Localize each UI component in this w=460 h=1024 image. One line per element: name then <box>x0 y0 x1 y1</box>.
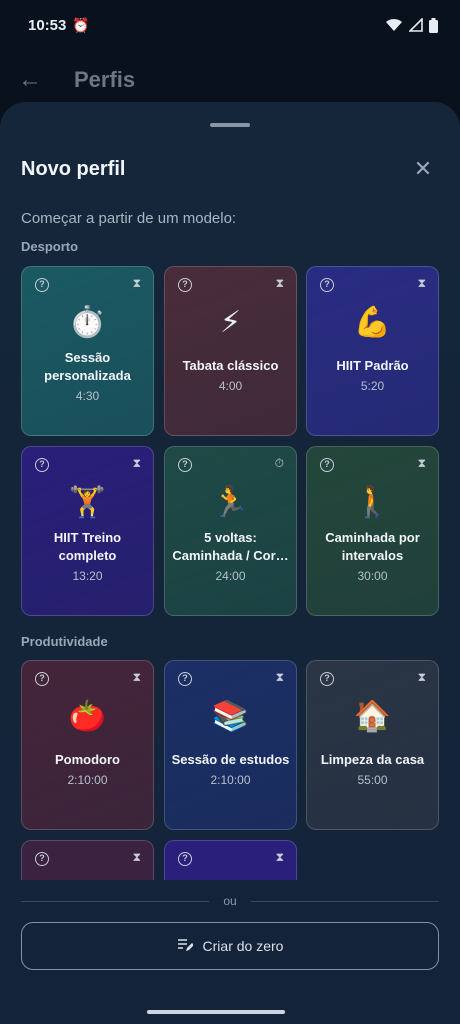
help-icon[interactable]: ? <box>35 852 49 866</box>
card-duration: 4:00 <box>218 379 243 393</box>
hourglass-icon: ⧗ <box>132 670 141 684</box>
card-name: Tabata clássico <box>182 358 279 373</box>
card-emoji: 🏃 <box>211 486 250 519</box>
card-duration: 13:20 <box>72 569 103 583</box>
card-name: Sessão de estudos <box>171 752 290 767</box>
template-card[interactable]: ? ⧗ 🏋️ HIIT Treino completo 13:20 <box>21 446 154 616</box>
close-icon[interactable]: ✕ <box>408 156 438 182</box>
divider-line <box>250 900 440 902</box>
battery-icon <box>429 17 438 33</box>
status-icons <box>385 17 438 33</box>
page-title: Perfis <box>74 67 136 92</box>
card-emoji: ⚡ <box>219 306 242 339</box>
card-name: HIIT Treino completo <box>53 530 122 563</box>
card-name: Limpeza da casa <box>320 752 425 767</box>
hourglass-icon: ⧗ <box>132 456 141 470</box>
hourglass-icon: ⧗ <box>132 850 141 864</box>
template-card[interactable]: ? ⧗ 🍅 Pomodoro 2:10:00 <box>21 660 154 830</box>
card-emoji: 💪 <box>353 306 392 339</box>
arrow-back-icon[interactable]: ← <box>18 66 54 94</box>
create-button-label: Criar do zero <box>202 938 284 954</box>
hourglass-icon: ⧗ <box>275 850 284 864</box>
help-icon[interactable]: ? <box>320 278 334 292</box>
sheet-header: Novo perfil ✕ <box>21 152 438 186</box>
template-card[interactable]: ? ⧗ 💪 HIIT Padrão 5:20 <box>306 266 439 436</box>
hourglass-icon: ⧗ <box>132 276 141 290</box>
subtitle: Começar a partir de um modelo: <box>21 210 237 227</box>
card-duration: 24:00 <box>215 569 246 583</box>
drag-handle[interactable] <box>210 123 250 127</box>
card-duration: 55:00 <box>357 773 388 787</box>
stopwatch-icon: ⏱ <box>274 456 284 470</box>
template-card[interactable]: ? ⧗ ⏱️ Sessão personalizada 4:30 <box>21 266 154 436</box>
card-emoji: 📚 <box>211 700 250 733</box>
help-icon[interactable]: ? <box>35 458 49 472</box>
template-card-partial[interactable]: ? ⧗ <box>164 840 297 880</box>
sheet-title: Novo perfil <box>21 157 126 180</box>
status-time: 10:53 <box>28 16 67 34</box>
section-label-desporto: Desporto <box>21 239 79 254</box>
template-card[interactable]: ? ⏱ 🏃 5 voltas: Caminhada / Cor… 24:00 <box>164 446 297 616</box>
card-emoji: 🍅 <box>68 700 107 733</box>
hourglass-icon: ⧗ <box>417 456 426 470</box>
gesture-bar <box>147 1010 285 1014</box>
card-duration: 30:00 <box>357 569 388 583</box>
hourglass-icon: ⧗ <box>275 670 284 684</box>
help-icon[interactable]: ? <box>178 852 192 866</box>
or-divider: ou <box>21 894 440 908</box>
app-bar: ← Perfis <box>0 56 460 104</box>
signal-icon <box>409 18 423 32</box>
status-bar: 10:53 ⏰ <box>0 0 460 50</box>
card-duration: 2:10:00 <box>67 773 108 787</box>
help-icon[interactable]: ? <box>320 458 334 472</box>
help-icon[interactable]: ? <box>35 278 49 292</box>
template-card[interactable]: ? ⧗ 🏠 Limpeza da casa 55:00 <box>306 660 439 830</box>
hourglass-icon: ⧗ <box>417 276 426 290</box>
template-card[interactable]: ? ⧗ 📚 Sessão de estudos 2:10:00 <box>164 660 297 830</box>
hourglass-icon: ⧗ <box>417 670 426 684</box>
card-emoji: ⏱️ <box>68 306 107 339</box>
card-name: Sessão personalizada <box>44 350 131 383</box>
help-icon[interactable]: ? <box>178 672 192 686</box>
help-icon[interactable]: ? <box>178 458 192 472</box>
card-name: Pomodoro <box>55 752 120 767</box>
alarm-icon: ⏰ <box>72 16 90 33</box>
card-emoji: 🏋️ <box>68 486 107 519</box>
hourglass-icon: ⧗ <box>275 276 284 290</box>
template-card[interactable]: ? ⧗ 🚶 Caminhada por intervalos 30:00 <box>306 446 439 616</box>
card-emoji: 🏠 <box>353 700 392 733</box>
card-name: Caminhada por intervalos <box>325 530 420 563</box>
edit-list-icon <box>177 938 194 955</box>
help-icon[interactable]: ? <box>178 278 192 292</box>
card-name: 5 voltas: Caminhada / Cor… <box>172 530 289 563</box>
card-name: HIIT Padrão <box>336 358 409 373</box>
divider-text: ou <box>223 894 237 908</box>
wifi-icon <box>386 18 402 31</box>
card-duration: 4:30 <box>75 389 100 403</box>
card-duration: 5:20 <box>360 379 385 393</box>
create-from-scratch-button[interactable]: Criar do zero <box>21 922 439 970</box>
bottom-sheet: Novo perfil ✕ Começar a partir de um mod… <box>0 102 460 1024</box>
section-label-produtividade: Produtividade <box>21 634 108 649</box>
template-card-partial[interactable]: ? ⧗ <box>21 840 154 880</box>
card-duration: 2:10:00 <box>210 773 251 787</box>
template-card[interactable]: ? ⧗ ⚡ Tabata clássico 4:00 <box>164 266 297 436</box>
help-icon[interactable]: ? <box>35 672 49 686</box>
card-emoji: 🚶 <box>353 486 392 519</box>
help-icon[interactable]: ? <box>320 672 334 686</box>
divider-line <box>21 900 210 902</box>
